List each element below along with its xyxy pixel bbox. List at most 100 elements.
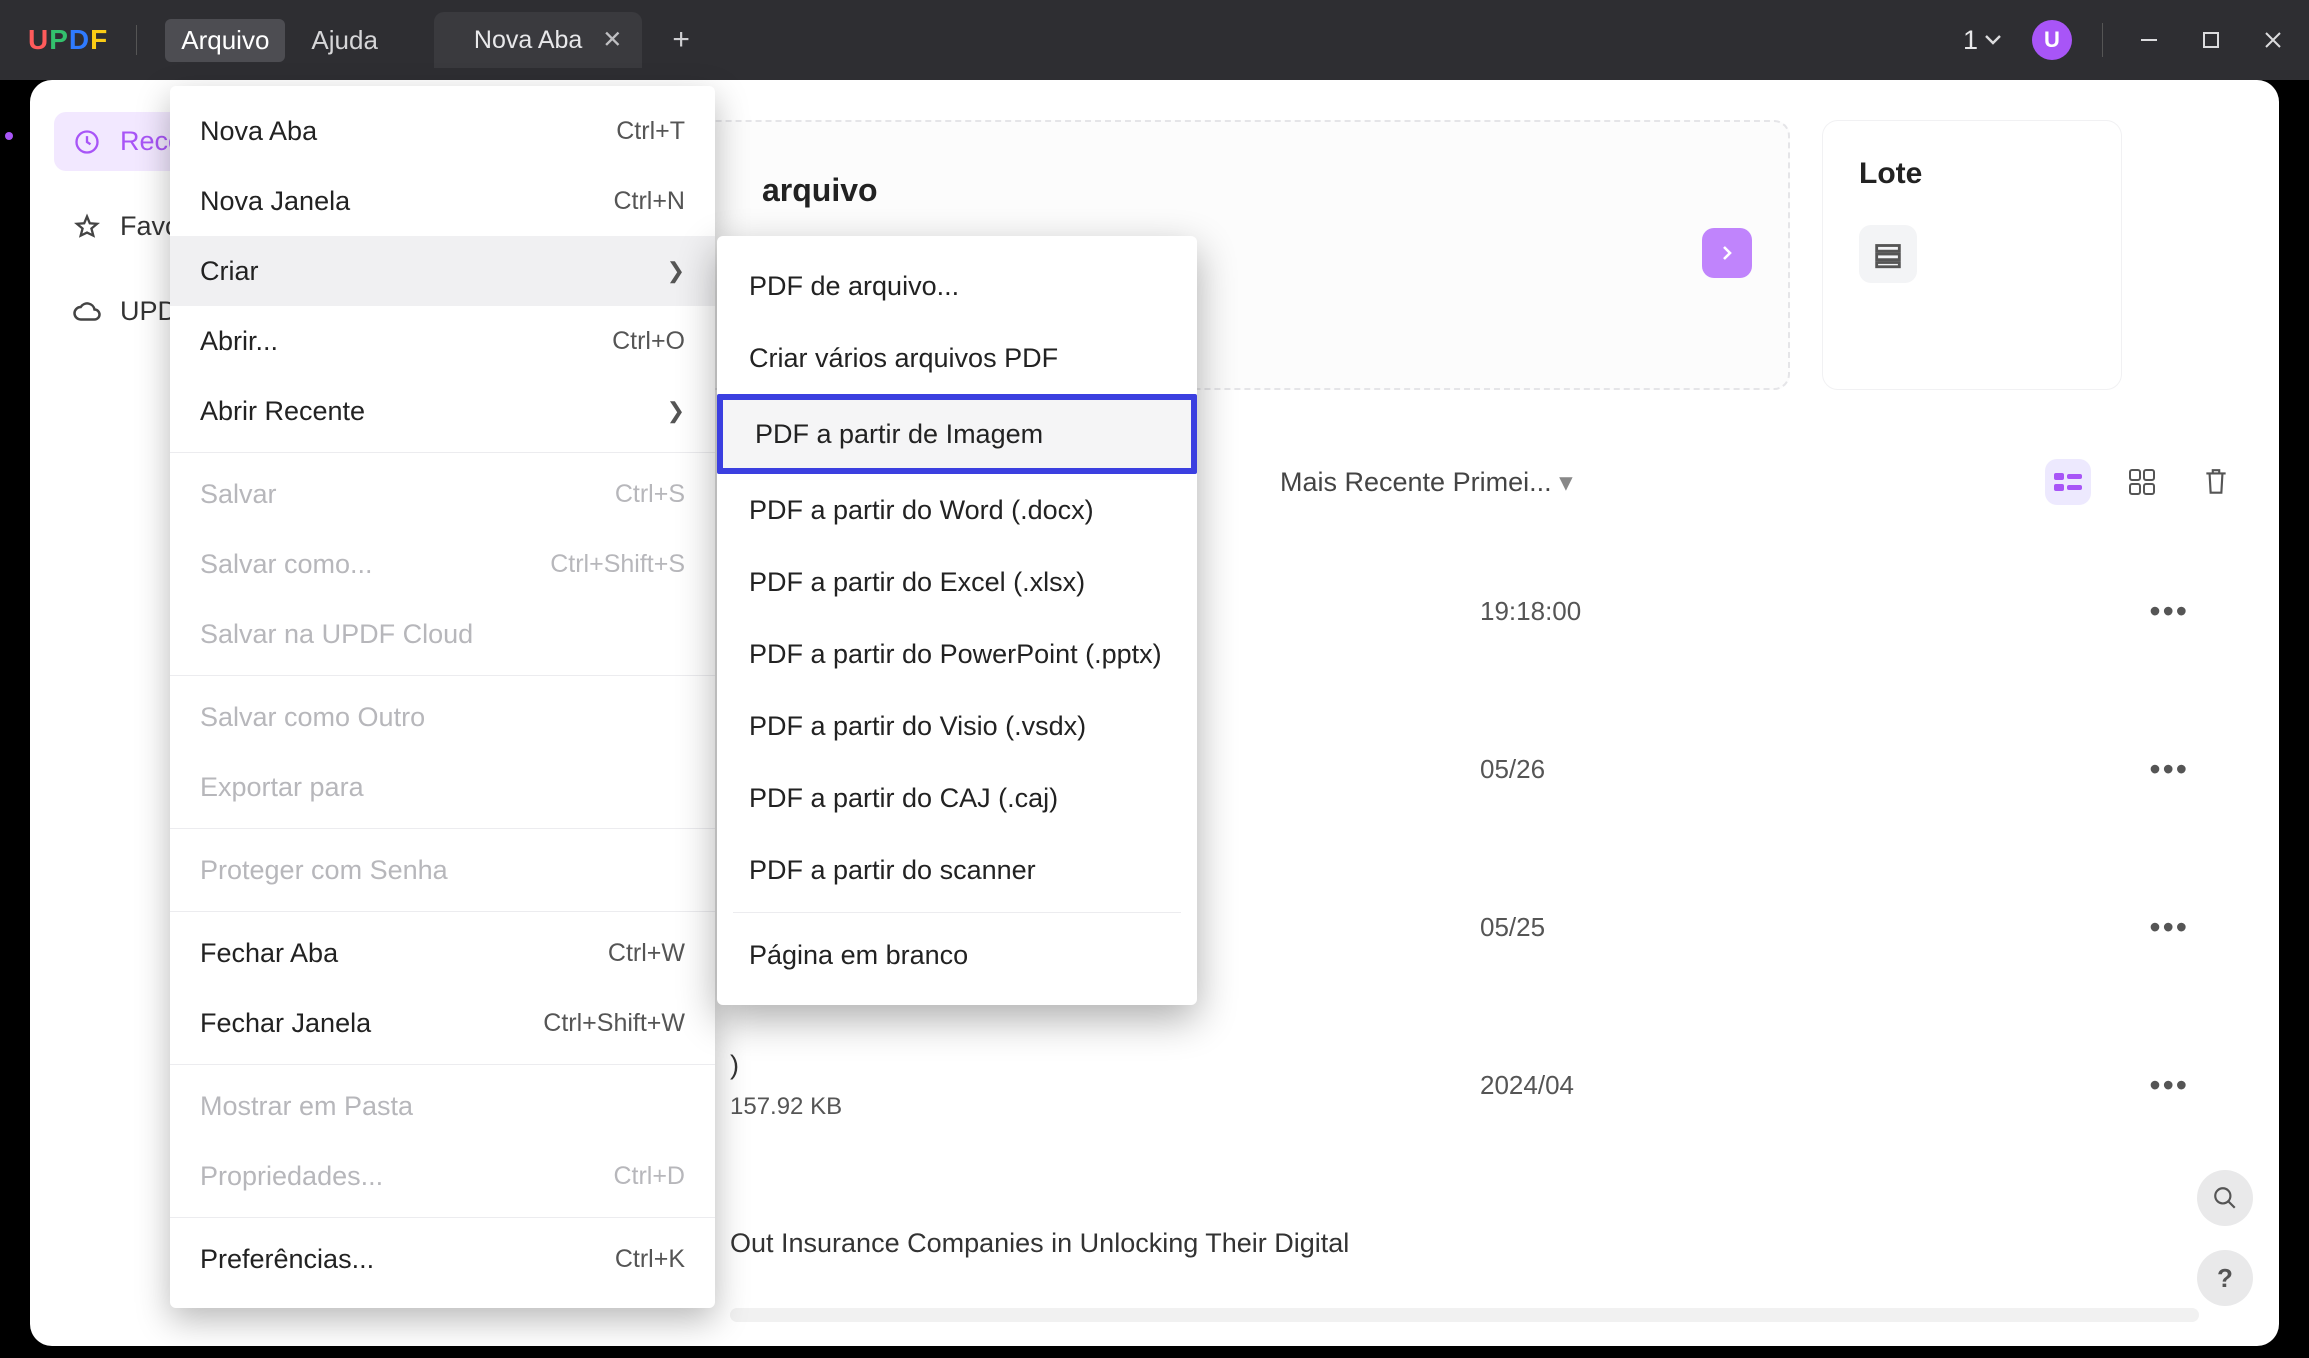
recent-date: 2024/04 [1480,1070,1574,1101]
menubar-right: 1 U [1963,20,2289,60]
menu-shortcut: Ctrl+D [613,1162,685,1191]
recent-date: 19:18:00 [1480,596,1581,627]
recent-date: 05/26 [1480,754,1545,785]
menu-item-label: Nova Janela [200,186,350,217]
file-menu-item[interactable]: Nova AbaCtrl+T [170,96,715,166]
file-menu-item[interactable]: Preferências... Ctrl+K [170,1224,715,1294]
file-menu-item: SalvarCtrl+S [170,459,715,529]
trash-button[interactable] [2193,459,2239,505]
create-submenu-item[interactable]: Página em branco [717,919,1197,991]
create-submenu-item[interactable]: PDF a partir do PowerPoint (.pptx) [717,618,1197,690]
menu-shortcut: Ctrl+W [608,939,685,968]
file-menu-item: Proteger com Senha [170,835,715,905]
view-list-button[interactable] [2045,459,2091,505]
create-submenu-item[interactable]: PDF a partir do Word (.docx) [717,474,1197,546]
cloud-icon [72,297,102,327]
window-count[interactable]: 1 [1963,25,2002,56]
menu-item-label: Salvar na UPDF Cloud [200,619,473,650]
recent-filename: Out Insurance Companies in Unlocking The… [730,1228,1349,1259]
menu-item-label: Proteger com Senha [200,855,448,886]
recent-row[interactable]: Out Insurance Companies in Unlocking The… [730,1164,2239,1322]
create-submenu-item[interactable]: PDF a partir de Imagem [717,394,1197,474]
menubar-divider-right [2102,23,2103,57]
menu-item-label: Criar [200,256,259,287]
tab-new[interactable]: Nova Aba ✕ [434,12,642,68]
menu-shortcut: Ctrl+T [616,117,685,146]
menu-separator [170,828,715,829]
file-menu-item: Salvar na UPDF Cloud [170,599,715,669]
lote-card[interactable]: Lote [1822,120,2122,390]
menu-item-label: Preferências... [200,1244,374,1275]
horizontal-scrollbar[interactable] [730,1308,2199,1322]
recent-row[interactable]: ) 157.92 KB 2024/04 ••• [730,1006,2239,1164]
row-more-button[interactable]: ••• [2149,1067,2189,1104]
menu-separator [733,912,1181,913]
window-maximize[interactable] [2195,24,2227,56]
file-menu-item[interactable]: Fechar Aba Ctrl+W [170,918,715,988]
window-minimize[interactable] [2133,24,2165,56]
search-icon [2212,1185,2238,1211]
clock-icon [72,127,102,157]
sort-dropdown[interactable]: Mais Recente Primei... ▾ [1280,467,1573,498]
row-more-button[interactable]: ••• [2149,751,2189,788]
sidebar-item-label: UPD [120,296,177,327]
menu-item-label: Exportar para [200,772,364,803]
create-submenu: PDF de arquivo...Criar vários arquivos P… [717,236,1197,1005]
avatar[interactable]: U [2032,20,2072,60]
file-menu-item[interactable]: Fechar JanelaCtrl+Shift+W [170,988,715,1058]
open-file-title: arquivo [762,172,878,209]
create-submenu-item[interactable]: Criar vários arquivos PDF [717,322,1197,394]
create-submenu-item[interactable]: PDF de arquivo... [717,250,1197,322]
open-file-go-button[interactable] [1702,228,1752,278]
create-submenu-item[interactable]: PDF a partir do scanner [717,834,1197,906]
tab-label: Nova Aba [474,26,582,55]
menu-item-label: Mostrar em Pasta [200,1091,413,1122]
file-menu-item[interactable]: Abrir...Ctrl+O [170,306,715,376]
sort-label-text: Mais Recente Primei... [1280,467,1552,497]
menu-separator [170,452,715,453]
help-fab[interactable]: ? [2197,1250,2253,1306]
batch-icon [1859,225,1917,283]
create-submenu-item[interactable]: PDF a partir do Visio (.vsdx) [717,690,1197,762]
view-grid-button[interactable] [2119,459,2165,505]
create-submenu-item[interactable]: PDF a partir do Excel (.xlsx) [717,546,1197,618]
menu-help[interactable]: Ajuda [295,19,394,62]
row-more-button[interactable]: ••• [2149,593,2189,630]
menu-file[interactable]: Arquivo [165,19,285,62]
chevron-right-icon: ❯ [667,258,685,284]
sidebar-active-dot [5,132,13,140]
close-tab-icon[interactable]: ✕ [602,26,622,55]
chevron-down-icon [1984,34,2002,46]
row-more-button[interactable]: ••• [2149,909,2189,946]
create-submenu-item[interactable]: PDF a partir do CAJ (.caj) [717,762,1197,834]
recent-filesize: 157.92 KB [730,1093,842,1121]
view-toggle [2045,459,2239,505]
menu-shortcut: Ctrl+O [612,327,685,356]
menu-item-label: Abrir Recente [200,396,365,427]
file-menu-item: Salvar como Outro [170,682,715,752]
file-menu-item: Exportar para [170,752,715,822]
star-icon [72,212,102,242]
file-menu-item[interactable]: Abrir Recente ❯ [170,376,715,446]
new-tab-button[interactable]: + [672,23,690,57]
menubar: UPDF Arquivo Ajuda Nova Aba ✕ + 1 U [0,0,2309,80]
menu-separator [170,1217,715,1218]
app-logo: UPDF [28,24,108,56]
menu-shortcut: Ctrl+K [615,1245,685,1274]
file-menu-item[interactable]: Criar ❯ [170,236,715,306]
file-menu-item[interactable]: Nova Janela Ctrl+N [170,166,715,236]
menu-shortcut: Ctrl+Shift+W [543,1009,685,1038]
menu-item-label: Propriedades... [200,1161,383,1192]
menu-item-label: Fechar Aba [200,938,338,969]
file-menu-item: Propriedades... Ctrl+D [170,1141,715,1211]
menu-separator [170,1064,715,1065]
window-close[interactable] [2257,24,2289,56]
grid-icon [2129,469,2155,495]
menu-shortcut: Ctrl+N [613,187,685,216]
chevron-right-icon: ❯ [667,398,685,424]
file-menu: Nova AbaCtrl+TNova JanelaCtrl+NCriar❯Abr… [170,86,715,1308]
recent-filename: ) [730,1050,842,1081]
list-icon [2054,471,2082,493]
file-menu-item: Salvar como...Ctrl+Shift+S [170,529,715,599]
search-fab[interactable] [2197,1170,2253,1226]
